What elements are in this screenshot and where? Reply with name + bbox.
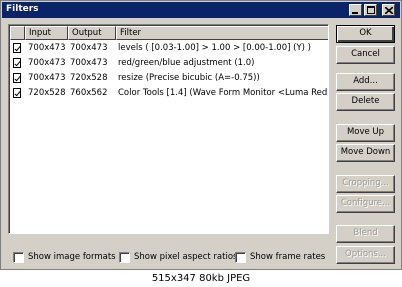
filter-enabled-checkbox[interactable] xyxy=(13,58,21,68)
filter-enabled-checkbox[interactable] xyxy=(13,43,21,53)
column-header-enabled[interactable] xyxy=(10,26,25,40)
minimize-button[interactable] xyxy=(349,4,362,16)
row-filter: levels ( [0.03-1.00] > 1.00 > [0.00-1.00… xyxy=(118,43,311,53)
maximize-icon xyxy=(366,6,375,14)
filter-list[interactable]: Input Output Filter 700x473 700x473 leve… xyxy=(8,24,329,234)
close-icon xyxy=(384,6,393,14)
show-frame-rates-label: Show frame rates xyxy=(250,252,326,262)
cropping-button[interactable]: Cropping... xyxy=(336,175,395,193)
image-caption: 515x347 80kb JPEG xyxy=(0,270,402,287)
row-filter: red/green/blue adjustment (1.0) xyxy=(118,58,255,68)
table-row[interactable]: 700x473 720x528 resize (Precise bicubic … xyxy=(10,71,327,86)
filter-enabled-checkbox[interactable] xyxy=(13,88,21,98)
show-frame-rates-checkbox[interactable] xyxy=(235,252,246,263)
column-header-filter[interactable]: Filter xyxy=(116,26,328,40)
row-output: 700x473 xyxy=(70,43,108,53)
delete-button[interactable]: Delete xyxy=(336,93,395,111)
maximize-button[interactable] xyxy=(364,4,377,16)
add-button[interactable]: Add... xyxy=(336,73,395,91)
move-down-button[interactable]: Move Down xyxy=(336,144,395,162)
row-output: 700x473 xyxy=(70,58,108,68)
filters-dialog: Filters Input Output Filter 700x473 700x… xyxy=(0,0,402,270)
row-filter: Color Tools [1.4] (Wave Form Monitor <Lu… xyxy=(118,88,328,98)
ok-button[interactable]: OK xyxy=(336,25,395,43)
table-row[interactable]: 720x528 760x562 Color Tools [1.4] (Wave … xyxy=(10,86,328,101)
options-button[interactable]: Options... xyxy=(336,246,395,264)
show-image-formats-checkbox[interactable] xyxy=(13,252,24,263)
row-filter: resize (Precise bicubic (A=-0.75)) xyxy=(118,73,260,83)
row-input: 700x473 xyxy=(28,43,66,53)
column-header-input[interactable]: Input xyxy=(25,26,68,40)
row-input: 720x528 xyxy=(28,88,66,98)
column-headers: Input Output Filter xyxy=(10,26,328,40)
show-pixel-aspect-ratios-label: Show pixel aspect ratios xyxy=(134,252,238,262)
blend-button[interactable]: Blend xyxy=(336,225,395,243)
minimize-icon xyxy=(352,7,359,14)
row-output: 760x562 xyxy=(70,88,108,98)
show-image-formats-label: Show image formats xyxy=(28,252,116,262)
configure-button[interactable]: Configure... xyxy=(336,195,395,213)
table-row[interactable]: 700x473 700x473 red/green/blue adjustmen… xyxy=(10,56,327,71)
title-bar[interactable]: Filters xyxy=(2,2,400,18)
column-header-output[interactable]: Output xyxy=(68,26,116,40)
row-input: 700x473 xyxy=(28,58,66,68)
show-pixel-aspect-ratios-checkbox[interactable] xyxy=(119,252,130,263)
filter-enabled-checkbox[interactable] xyxy=(13,73,21,83)
row-input: 700x473 xyxy=(28,73,66,83)
move-up-button[interactable]: Move Up xyxy=(336,124,395,142)
table-row[interactable]: 700x473 700x473 levels ( [0.03-1.00] > 1… xyxy=(10,41,327,56)
window-title: Filters xyxy=(6,4,39,14)
cancel-button[interactable]: Cancel xyxy=(336,46,395,64)
row-output: 720x528 xyxy=(70,73,108,83)
close-button[interactable] xyxy=(382,4,395,16)
